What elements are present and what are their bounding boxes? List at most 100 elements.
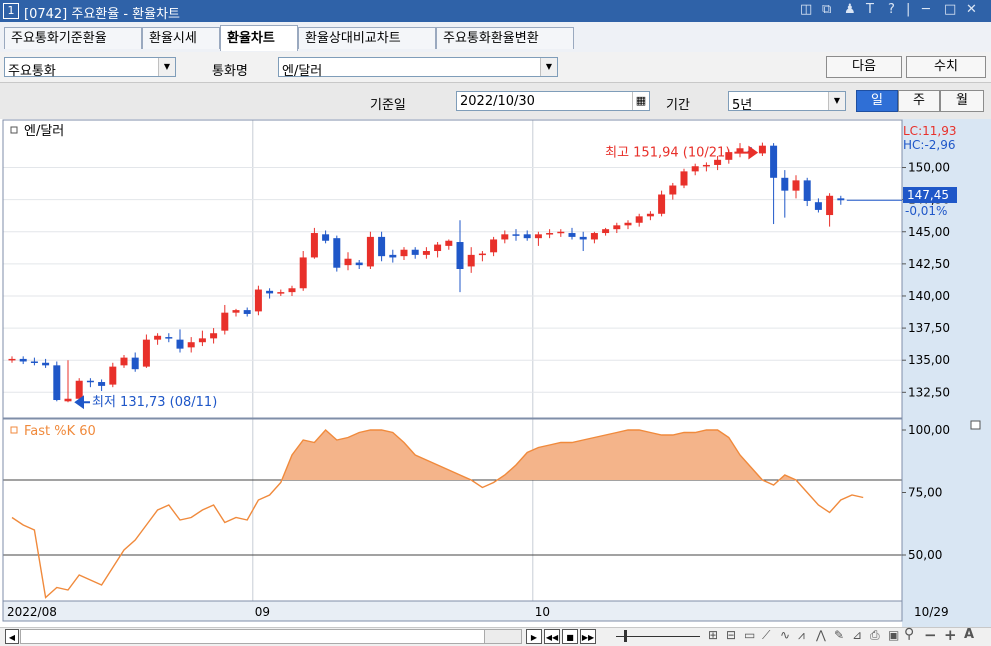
candle-body	[658, 194, 666, 214]
oscillator-title: Fast %K 60	[24, 424, 96, 439]
print-icon[interactable]: ⎙	[870, 628, 880, 643]
chevron-down-icon[interactable]: ▼	[158, 58, 175, 76]
candle-body	[837, 198, 845, 201]
calendar-icon[interactable]: ▦	[632, 92, 649, 110]
chart-area[interactable]: 150,00147,50145,00142,50140,00137,50135,…	[0, 119, 991, 627]
period-select[interactable]: 5년 ▼	[728, 91, 846, 113]
fast-forward-icon[interactable]: ▶▶	[580, 629, 596, 644]
font-icon[interactable]: A	[964, 627, 974, 642]
selection-row: 주요통화 ▼ 통화명 엔/달러 ▼ 다음 수치	[0, 52, 991, 83]
value-button[interactable]: 수치	[906, 56, 986, 78]
period-row: 기준일 2022/10/30 ▦ 기간 5년 ▼ 일 주 월	[0, 83, 991, 120]
rewind-icon[interactable]: ◀◀	[544, 629, 560, 644]
currency-pair-select[interactable]: 엔/달러 ▼	[278, 57, 558, 79]
candle-body	[568, 233, 576, 237]
candle-body	[557, 231, 565, 234]
period-value: 5년	[732, 98, 753, 113]
tab-major-currency-base-rate[interactable]: 주요통화기준환율	[4, 27, 142, 49]
chevron-down-icon[interactable]: ▼	[828, 92, 845, 110]
price-tick-label: 142,50	[908, 257, 950, 271]
search-icon[interactable]: ⚲	[904, 626, 914, 642]
candle-body	[86, 380, 94, 383]
date-tick-label: 10	[535, 605, 550, 619]
interval-week-button[interactable]: 주	[898, 90, 940, 112]
wave-icon[interactable]: ⩘	[798, 628, 805, 643]
candle-body	[277, 292, 285, 294]
interval-month-button[interactable]: 월	[940, 90, 984, 112]
window-number-badge: 1	[3, 3, 19, 19]
candle-body	[210, 333, 218, 339]
oscillator-tick-label: 75,00	[908, 486, 942, 500]
date-tick-label: 09	[255, 605, 270, 619]
candle-body	[646, 213, 654, 217]
candle-body	[187, 342, 195, 348]
user-icon[interactable]: ♟	[844, 2, 856, 17]
tab-rate-chart[interactable]: 환율차트	[220, 25, 298, 51]
candle-body	[266, 290, 274, 294]
minimize-icon[interactable]: ─	[922, 2, 930, 17]
candle-body	[131, 357, 139, 370]
fibo-icon[interactable]: ⋀	[816, 628, 826, 642]
help-icon[interactable]: ?	[888, 2, 895, 17]
zoom-slider[interactable]	[616, 636, 700, 637]
zoom-in-icon[interactable]: +	[944, 626, 957, 644]
candle-body	[411, 249, 419, 255]
currency-name-label: 통화명	[212, 64, 248, 79]
next-button[interactable]: 다음	[826, 56, 902, 78]
bottom-toolbar: ◀ ▶ ◀◀ ■ ▶▶ ⊞ ⊟ ▭ ⟋ ∿ ⩘ ⋀ ✎ ⊿ ⎙ ▣ ⚲ − + …	[0, 626, 991, 646]
oscillator-tick-label: 50,00	[908, 548, 942, 562]
scroll-left-icon[interactable]: ◀	[5, 629, 19, 644]
candle	[53, 361, 61, 402]
stop-icon[interactable]: ■	[562, 629, 578, 644]
zoom-slider-handle[interactable]	[624, 630, 627, 642]
candle-body	[288, 288, 296, 293]
layout-icon[interactable]: ⊞	[708, 628, 718, 642]
copy-window-icon[interactable]: ⧉	[822, 2, 831, 17]
candle-body	[378, 236, 386, 257]
date-tick-label: 2022/08	[7, 605, 57, 619]
chevron-down-icon[interactable]: ▼	[540, 58, 557, 76]
image-icon[interactable]: ▣	[888, 628, 899, 642]
scrollbar-thumb[interactable]	[484, 629, 522, 644]
pin-icon[interactable]: ◫	[800, 2, 812, 17]
font-size-icon[interactable]: T	[866, 2, 874, 17]
candle-body	[501, 234, 509, 240]
zoom-out-icon[interactable]: −	[924, 626, 937, 644]
gann-icon[interactable]: ⊿	[852, 628, 862, 642]
last-date-label: 10/29	[914, 605, 949, 619]
candle	[658, 190, 666, 217]
currency-group-select[interactable]: 주요통화 ▼	[4, 57, 176, 79]
tab-rate-converter[interactable]: 주요통화환율변환	[436, 27, 574, 49]
chart-type-icon[interactable]: ▭	[744, 628, 755, 642]
currency-group-value: 주요통화	[8, 64, 56, 79]
candle-body	[736, 148, 744, 153]
play-icon[interactable]: ▶	[526, 629, 542, 644]
candle-body	[98, 382, 106, 386]
candle-body	[669, 185, 677, 195]
close-icon[interactable]: ✕	[966, 2, 977, 17]
trendline-icon[interactable]: ⟋	[762, 628, 770, 643]
candle-body	[781, 177, 789, 191]
tab-rate-quotes[interactable]: 환율시세	[142, 27, 220, 49]
candle-body	[478, 253, 486, 256]
candle-body	[42, 362, 50, 366]
date-input[interactable]: 2022/10/30 ▦	[456, 91, 650, 111]
candle-body	[624, 222, 632, 226]
candle-body	[30, 361, 38, 363]
window-icon[interactable]: ⊟	[726, 628, 736, 642]
candle-body	[165, 337, 173, 339]
date-label: 기준일	[370, 98, 406, 113]
candle-body	[758, 145, 766, 154]
interval-day-button[interactable]: 일	[856, 90, 898, 112]
maximize-icon[interactable]: □	[944, 2, 956, 17]
candle-body	[198, 338, 206, 343]
scrollbar-track[interactable]	[20, 629, 522, 644]
tab-relative-comparison[interactable]: 환율상대비교차트	[298, 27, 436, 49]
window-title: [0742] 주요환율 - 환율차트	[24, 7, 180, 22]
candle-body	[310, 233, 318, 258]
candle-body	[355, 262, 363, 266]
candle	[333, 235, 341, 272]
pen-icon[interactable]: ✎	[834, 628, 844, 642]
draw-icon[interactable]: ∿	[780, 628, 790, 642]
period-label: 기간	[666, 98, 690, 113]
